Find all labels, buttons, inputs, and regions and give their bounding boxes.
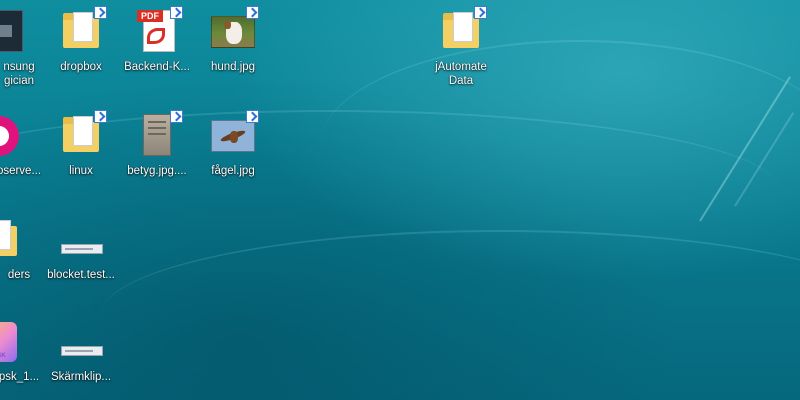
desktop-icon-jautomate-data[interactable]: jAutomate Data [424,6,498,88]
desktop-background: nsung gician dropbox PDF Backend-K... hun… [0,0,800,400]
shortcut-arrow-icon [94,110,107,123]
desktop-icon-hund-jpg[interactable]: hund.jpg [196,6,270,74]
desktop-icon-fagel-jpg[interactable]: fågel.jpg [196,110,270,178]
colorful-image-icon [0,318,43,366]
shortcut-arrow-icon [246,110,259,123]
icon-label: nsung gician [3,61,35,87]
pdf-badge: PDF [137,10,163,22]
folder-icon [57,6,107,56]
desktop-icon-linux[interactable]: linux [44,110,118,178]
folder-icon [437,6,487,56]
icon-label: betyg.jpg.... [127,165,187,177]
image-icon [209,6,259,56]
icon-label: Backend-K... [124,61,190,73]
app-icon [0,112,43,160]
desktop-icon-skarmklipp[interactable]: Skärmklip... [44,318,118,384]
icon-label: dropbox [60,61,102,73]
icon-label: ders [7,269,31,281]
shortcut-arrow-icon [246,6,259,19]
pdf-icon: PDF [133,6,183,56]
desktop-icon-blocket-test[interactable]: blocket.test... [44,216,118,282]
icon-label: hund.jpg [210,61,256,73]
shortcut-arrow-icon [474,6,487,19]
desktop-icon-betyg-jpg[interactable]: betyg.jpg.... [120,110,194,178]
shortcut-arrow-icon [94,6,107,19]
shortcut-arrow-icon [170,110,183,123]
icon-label: oserve... [0,165,42,177]
shortcut-arrow-icon [170,6,183,19]
icon-label: linux [69,165,93,177]
desktop-icon-dropbox[interactable]: dropbox [44,6,118,74]
screenshot-icon [57,216,105,264]
image-icon [133,110,183,160]
folder-icon [57,110,107,160]
icon-label: fågel.jpg [211,165,255,177]
folder-icon [0,216,43,264]
icon-label: psk_1... [0,371,40,383]
app-icon [0,8,43,56]
desktop-icon-backend-pdf[interactable]: PDF Backend-K... [120,6,194,74]
icon-label: Skärmklip... [50,371,112,383]
image-icon [209,110,259,160]
icon-label: blocket.test... [47,269,115,281]
icon-label: jAutomate Data [435,61,487,87]
screenshot-icon [57,318,105,366]
